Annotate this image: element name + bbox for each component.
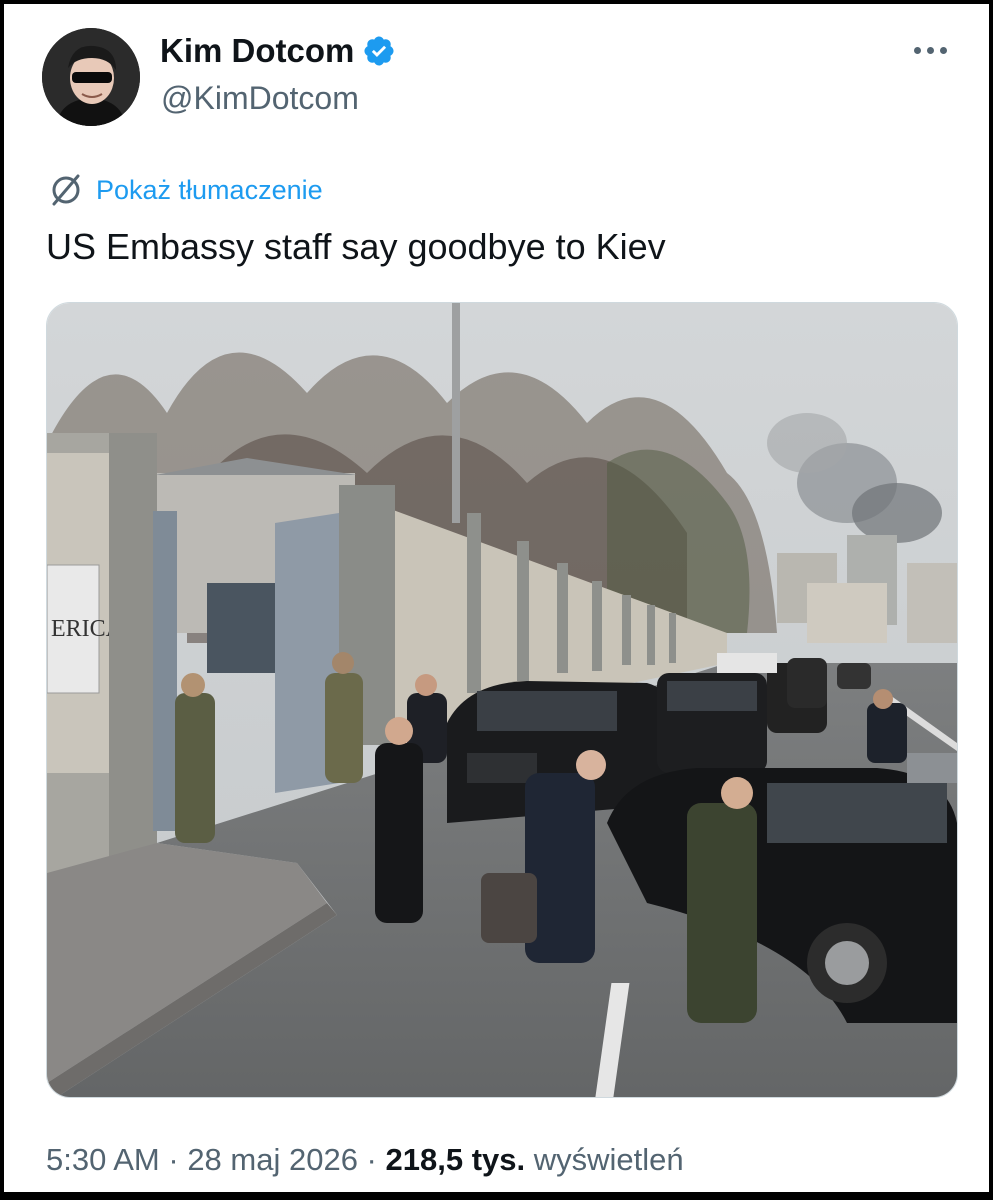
globe-translate-icon [52,174,80,206]
meta-separator: · [357,1142,386,1177]
tweet-text: US Embassy staff say goodbye to Kiev [46,226,666,267]
tweet-photo[interactable]: ERICA [46,302,958,1098]
author-display-name[interactable]: Kim Dotcom [160,32,354,70]
author-handle[interactable]: @KimDotcom [161,80,359,117]
tweet-card: Kim Dotcom @KimDotcom Pokaż tłumaczenie … [4,4,989,1192]
meta-separator: · [159,1142,188,1177]
more-dot [914,46,921,54]
avatar-image [42,28,140,126]
tweet-time[interactable]: 5:30 AM [46,1142,160,1177]
more-options-icon[interactable] [914,40,954,60]
tweet-date[interactable]: 28 maj 2026 [187,1142,358,1177]
verified-badge-icon [364,36,394,66]
screenshot-frame: Kim Dotcom @KimDotcom Pokaż tłumaczenie … [0,0,993,1200]
photo-embassy-scene: ERICA [47,303,957,1097]
tweet-meta: 5:30 AM · 28 maj 2026 · 218,5 tys. wyświ… [46,1142,684,1178]
show-translation-button[interactable]: Pokaż tłumaczenie [46,170,323,210]
author-name-row: Kim Dotcom [160,32,396,70]
more-dot [940,46,947,54]
views-label: wyświetleń [525,1142,684,1177]
avatar[interactable] [42,28,140,126]
more-dot [927,46,934,54]
show-translation-label[interactable]: Pokaż tłumaczenie [96,175,323,206]
views-count: 218,5 tys. [385,1142,526,1177]
